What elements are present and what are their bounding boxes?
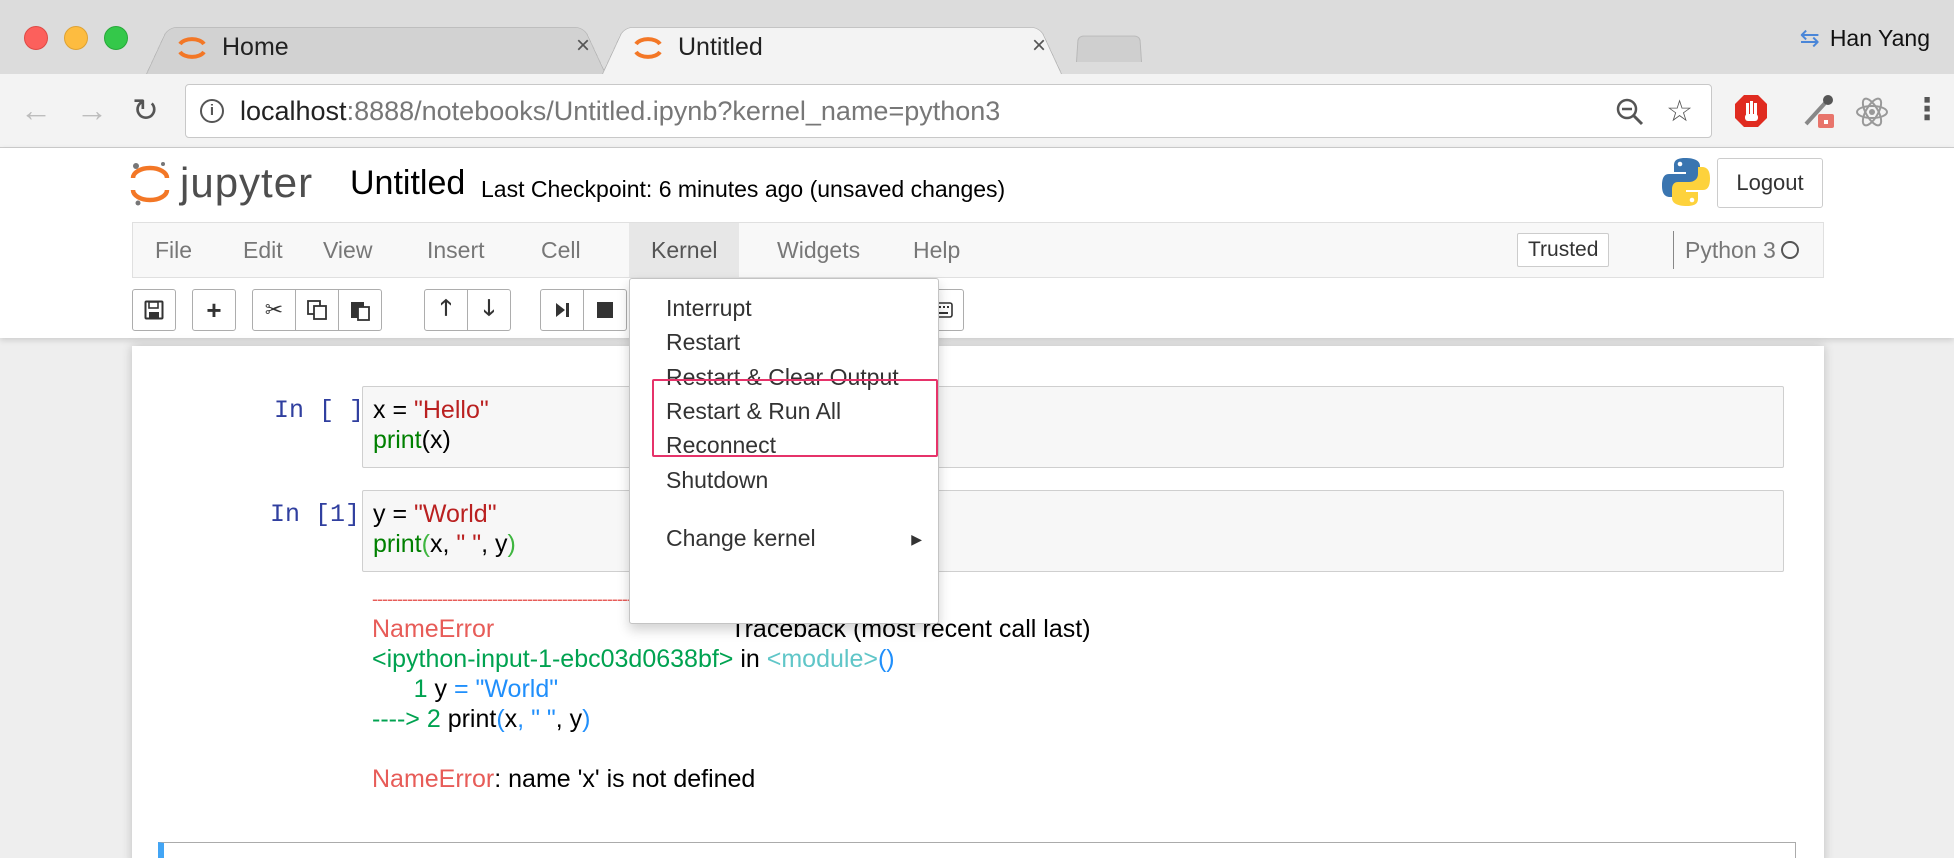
stop-icon xyxy=(597,302,613,318)
arrow-up-icon: 🡑 xyxy=(440,295,452,320)
window-zoom-button[interactable] xyxy=(104,26,128,50)
code-line: print(x, " ", y) xyxy=(373,530,516,558)
selected-empty-cell[interactable] xyxy=(158,842,1796,858)
code-line: y = "World" xyxy=(373,500,497,528)
highlight-annotation-box xyxy=(652,379,938,457)
menu-widgets[interactable]: Widgets xyxy=(755,223,882,277)
paste-icon xyxy=(351,302,370,321)
traceback-line-2: ----> 2 print(x, " ", y) xyxy=(372,705,591,733)
menu-help[interactable]: Help xyxy=(891,223,982,277)
jupyter-logo-icon xyxy=(130,162,170,206)
trusted-button[interactable]: Trusted xyxy=(1517,233,1610,267)
save-button[interactable] xyxy=(132,289,176,331)
sync-icon: ⇆ xyxy=(1799,25,1820,52)
jupyter-favicon-icon xyxy=(634,37,662,59)
jupyter-wordmark: jupyter xyxy=(180,159,314,206)
menu-item-change-kernel[interactable]: Change kernel xyxy=(666,525,816,552)
address-url[interactable]: localhost:8888/notebooks/Untitled.ipynb?… xyxy=(240,96,1000,127)
forward-arrow-icon[interactable]: → xyxy=(76,92,108,128)
kernel-name[interactable]: Python 3 xyxy=(1685,223,1776,277)
python-logo-icon xyxy=(1662,158,1710,206)
copy-icon xyxy=(307,300,327,320)
menu-kernel[interactable]: Kernel xyxy=(629,223,740,277)
logout-button[interactable]: Logout xyxy=(1717,158,1823,208)
tab-title: Untitled xyxy=(678,33,763,61)
cell-prompt: In [1]: xyxy=(270,500,376,529)
notebook-menubar: File Edit View Insert Cell Kernel Widget… xyxy=(132,222,1824,278)
kernel-idle-indicator-icon xyxy=(1781,241,1799,259)
code-line: x = "Hello" xyxy=(373,396,489,424)
browser-menu-icon[interactable]: ⋮ xyxy=(1912,92,1942,128)
jupyter-logo[interactable]: jupyter xyxy=(130,158,313,208)
jupyter-favicon-icon xyxy=(178,37,206,59)
menu-item-interrupt[interactable]: Interrupt xyxy=(666,295,752,322)
move-up-button[interactable]: 🡑 xyxy=(424,289,468,331)
profile-button[interactable]: ⇆ Han Yang xyxy=(1800,24,1930,53)
menu-item-shutdown[interactable]: Shutdown xyxy=(666,467,768,494)
new-tab-button[interactable] xyxy=(1076,32,1142,62)
run-button[interactable] xyxy=(540,289,584,331)
close-tab-icon[interactable]: × xyxy=(1032,32,1046,60)
menu-edit[interactable]: Edit xyxy=(221,223,305,277)
save-group xyxy=(132,289,176,331)
edit-group: ✂ xyxy=(252,289,382,331)
code-line: print(x) xyxy=(373,426,451,454)
traceback-error-message: NameError: name 'x' is not defined xyxy=(372,765,756,793)
run-group xyxy=(540,289,627,331)
divider xyxy=(1673,231,1674,269)
window-minimize-button[interactable] xyxy=(64,26,88,50)
interrupt-button[interactable] xyxy=(583,289,627,331)
plus-icon: + xyxy=(206,294,222,325)
browser-tab-bar: Home × Untitled × ⇆ Han Yang xyxy=(0,0,1954,74)
menu-file[interactable]: File xyxy=(133,223,214,277)
zoom-out-icon[interactable] xyxy=(1615,97,1645,127)
notebook-name[interactable]: Untitled xyxy=(350,164,465,203)
close-tab-icon[interactable]: × xyxy=(576,32,590,60)
paste-button[interactable] xyxy=(338,289,382,331)
site-info-icon[interactable]: i xyxy=(200,99,224,123)
tab-title: Home xyxy=(222,33,289,61)
code-cell-input[interactable]: x = "Hello" print(x) xyxy=(362,386,1784,468)
profile-name: Han Yang xyxy=(1829,25,1930,51)
bookmark-star-icon[interactable]: ☆ xyxy=(1666,94,1693,129)
checkpoint-status: Last Checkpoint: 6 minutes ago (unsaved … xyxy=(481,176,1006,202)
submenu-caret-icon: ▶ xyxy=(911,531,922,547)
menu-view[interactable]: View xyxy=(301,223,394,277)
react-devtools-icon[interactable] xyxy=(1854,94,1890,130)
menu-cell[interactable]: Cell xyxy=(519,223,603,277)
address-bar[interactable]: i localhost:8888/notebooks/Untitled.ipyn… xyxy=(185,84,1712,138)
code-cell-input[interactable]: y = "World" print(x, " ", y) xyxy=(362,490,1784,572)
reload-icon[interactable]: ↻ xyxy=(132,92,159,128)
arrow-down-icon: 🡓 xyxy=(483,295,495,320)
menu-item-restart[interactable]: Restart xyxy=(666,329,740,356)
browser-tab-untitled[interactable]: Untitled × xyxy=(602,18,1062,74)
adblock-icon[interactable] xyxy=(1734,94,1768,128)
insert-group: + xyxy=(192,289,236,331)
window-close-button[interactable] xyxy=(24,26,48,50)
insert-cell-button[interactable]: + xyxy=(192,289,236,331)
jupyter-header: jupyter Untitled Last Checkpoint: 6 minu… xyxy=(0,148,1954,338)
step-forward-icon xyxy=(556,303,569,317)
eyedropper-extension-icon[interactable] xyxy=(1800,94,1840,132)
traceback-location: <ipython-input-1-ebc03d0638bf> in <modul… xyxy=(372,645,895,673)
browser-tab-home[interactable]: Home × xyxy=(146,18,606,74)
scissors-icon: ✂ xyxy=(264,297,284,322)
copy-button[interactable] xyxy=(295,289,339,331)
cut-button[interactable]: ✂ xyxy=(252,289,296,331)
move-down-button[interactable]: 🡓 xyxy=(467,289,511,331)
back-arrow-icon[interactable]: ← xyxy=(20,92,52,128)
notebook-container: In [ ]: x = "Hello" print(x) In [1]: y =… xyxy=(132,346,1824,858)
kernel-dropdown-menu: Interrupt Restart Restart & Clear Output… xyxy=(629,278,939,624)
move-group: 🡑 🡓 xyxy=(424,289,511,331)
menu-insert[interactable]: Insert xyxy=(405,223,507,277)
traceback-line-1: 1 y = "World" xyxy=(372,675,559,703)
browser-toolbar: ← → ↻ i localhost:8888/notebooks/Untitle… xyxy=(0,74,1954,148)
save-icon xyxy=(144,300,164,320)
